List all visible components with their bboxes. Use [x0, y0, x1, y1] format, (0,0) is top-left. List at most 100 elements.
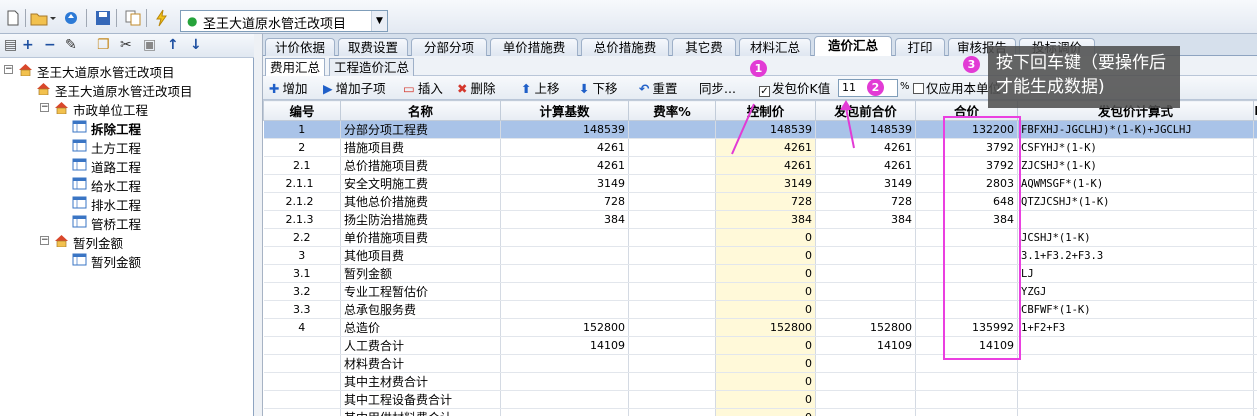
cell-name[interactable]: 暂列金额 [340, 264, 501, 283]
subtab-cost-summary[interactable]: 工程造价汇总 [329, 58, 415, 76]
table-row[interactable]: 3.2专业工程暂估价 0 YZGJZY [263, 282, 1257, 301]
cell-expr[interactable]: LJ [1017, 264, 1254, 283]
cell-base[interactable] [500, 228, 629, 247]
cell-rate[interactable] [628, 138, 716, 157]
move-down-arrow-icon[interactable]: ↓ [190, 37, 202, 53]
cell-rate[interactable] [628, 192, 716, 211]
tree-splitter-scrollbar[interactable] [254, 34, 263, 416]
table-row[interactable]: 4总造价1528001528001528001359921+F2+F3F1 [263, 318, 1257, 337]
delete-button[interactable]: ✖ 删除 [457, 80, 496, 98]
cell-name[interactable]: 单价措施项目费 [340, 228, 501, 247]
cell-name[interactable]: 人工费合计 [340, 336, 501, 355]
cell-rate[interactable] [628, 300, 716, 319]
cell-f[interactable]: DJ [1253, 228, 1257, 247]
cell-name[interactable]: 分部分项工程费 [340, 120, 501, 139]
move-down-button[interactable]: ⬇ 下移 [579, 80, 618, 98]
cell-name[interactable]: 其中主材费合计 [340, 372, 501, 391]
cell-rate[interactable] [628, 210, 716, 229]
tree-node[interactable]: 拆除工程 [0, 117, 250, 137]
tree-node[interactable]: 暂列金额 [0, 250, 250, 270]
collapse-icon[interactable]: − [40, 236, 49, 245]
cell-f[interactable]: CS [1253, 138, 1257, 157]
cell-base[interactable]: 4261 [500, 156, 629, 175]
cell-expr[interactable]: 1+F2+F3 [1017, 318, 1254, 337]
cell-f[interactable]: ZY [1253, 282, 1257, 301]
cell-expr[interactable]: ZJCSHJ*(1-K) [1017, 156, 1254, 175]
cell-before[interactable]: 14109 [815, 336, 916, 355]
cell-f[interactable]: ZL [1253, 264, 1257, 283]
tree-node[interactable]: − 暂列金额 [0, 231, 250, 251]
cell-f[interactable]: ZC [1253, 372, 1257, 391]
move-up-button[interactable]: ⬆ 上移 [521, 80, 560, 98]
table-row[interactable]: 其中甲供材料费合计 0 JG [263, 408, 1257, 416]
column-header[interactable]: F [1253, 100, 1257, 121]
cell-expr[interactable]: FBFXHJ-JGCLHJ)*(1-K)+JGCLHJ [1017, 120, 1254, 139]
cell-name[interactable]: 其他总价措施费 [340, 192, 501, 211]
table-row[interactable]: 3.1暂列金额 0 LJZL [263, 264, 1257, 283]
table-row[interactable]: 3其他项目费 0 3.1+F3.2+F3.3QT [263, 246, 1257, 265]
move-up-arrow-icon[interactable]: ↑ [167, 37, 179, 53]
cell-name[interactable]: 材料费合计 [340, 354, 501, 373]
add-button[interactable]: ✚ 增加 [269, 80, 308, 98]
column-header[interactable]: 编号 [263, 100, 341, 121]
cell-no[interactable]: 3.2 [263, 282, 341, 301]
add-node-icon[interactable]: + [22, 37, 34, 53]
cell-f[interactable]: FC [1253, 210, 1257, 229]
cell-expr[interactable]: CBFWF*(1-K) [1017, 300, 1254, 319]
table-row[interactable]: 3.3总承包服务费 0 CBFWF*(1-K)ZC [263, 300, 1257, 319]
tab-8[interactable]: 打印 [895, 38, 945, 56]
column-header[interactable]: 名称 [340, 100, 501, 121]
cell-ctrl[interactable]: 152800 [715, 318, 816, 337]
table-row[interactable]: 其中主材费合计 0 ZC [263, 372, 1257, 391]
cell-before[interactable] [815, 282, 916, 301]
table-row[interactable]: 2.1.1 安全文明施工费 3149 3149 3149 2803 AQWMSGF*(1-K… [263, 174, 1257, 193]
project-selector[interactable]: ● 圣王大道原水管迁改项目 ▼ [180, 10, 388, 32]
cell-base[interactable]: 4261 [500, 138, 629, 157]
cell-f[interactable]: SB [1253, 390, 1257, 409]
cell-no[interactable]: 1 [263, 120, 341, 139]
cell-no[interactable] [263, 390, 341, 409]
cell-base[interactable]: 152800 [500, 318, 629, 337]
cut-icon[interactable]: ✂ [120, 37, 132, 53]
cell-f[interactable]: F1 [1253, 318, 1257, 337]
cell-before[interactable]: 728 [815, 192, 916, 211]
cell-base[interactable] [500, 390, 629, 409]
table-row[interactable]: 人工费合计1410901410914109RG [263, 336, 1257, 355]
add-child-button[interactable]: ▶ 增加子项 [323, 80, 386, 98]
copy-icon[interactable]: ❐ [97, 37, 110, 53]
cell-base[interactable] [500, 408, 629, 416]
column-header[interactable]: 计算基数 [500, 100, 629, 121]
cell-expr[interactable] [1017, 408, 1254, 416]
tree-node[interactable]: 排水工程 [0, 193, 250, 213]
cell-no[interactable]: 3.1 [263, 264, 341, 283]
cell-no[interactable]: 2.1.1 [263, 174, 341, 193]
cell-ctrl[interactable]: 728 [715, 192, 816, 211]
new-file-icon[interactable] [4, 9, 22, 27]
cell-name[interactable]: 其中甲供材料费合计 [340, 408, 501, 416]
cell-no[interactable] [263, 408, 341, 416]
cell-rate[interactable] [628, 354, 716, 373]
cell-before[interactable] [815, 390, 916, 409]
tree-node[interactable]: 管桥工程 [0, 212, 250, 232]
cell-rate[interactable] [628, 408, 716, 416]
remove-node-icon[interactable]: − [44, 37, 56, 53]
insert-button[interactable]: ▭ 插入 [403, 80, 443, 98]
save-icon[interactable] [94, 9, 112, 27]
cell-ctrl[interactable]: 0 [715, 354, 816, 373]
cell-expr[interactable] [1017, 372, 1254, 391]
tab-1[interactable]: 取费设置 [338, 38, 408, 56]
cell-rate[interactable] [628, 390, 716, 409]
tab-7[interactable]: 造价汇总 [814, 36, 892, 57]
cell-base[interactable] [500, 372, 629, 391]
cell-ctrl[interactable]: 3149 [715, 174, 816, 193]
cell-f[interactable]: RG [1253, 336, 1257, 355]
tab-2[interactable]: 分部分项 [411, 38, 487, 56]
tree-node[interactable]: 土方工程 [0, 136, 250, 156]
cell-name[interactable]: 扬尘防治措施费 [340, 210, 501, 229]
cell-base[interactable]: 728 [500, 192, 629, 211]
tab-4[interactable]: 总价措施费 [581, 38, 669, 56]
cell-name[interactable]: 其中工程设备费合计 [340, 390, 501, 409]
tree-node[interactable]: − 圣王大道原水管迁改项目 [0, 60, 250, 80]
cell-f[interactable]: ZC [1253, 300, 1257, 319]
cell-name[interactable]: 总造价 [340, 318, 501, 337]
